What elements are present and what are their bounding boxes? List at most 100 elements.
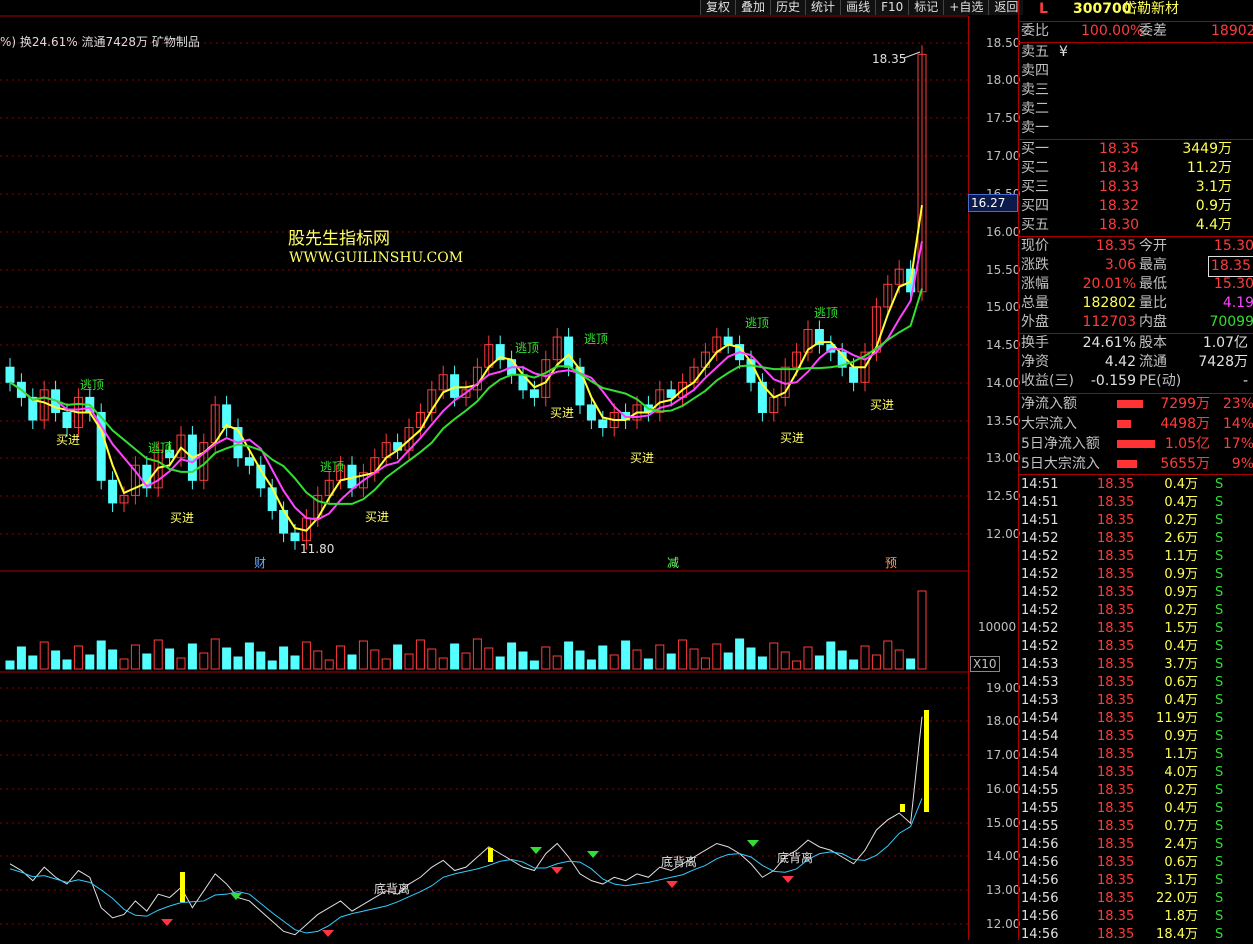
volume-bar bbox=[621, 640, 631, 670]
volume-bar bbox=[678, 639, 688, 670]
tick-row: 14:53 18.35 0.6万 S bbox=[1019, 674, 1253, 692]
tick-volume: 1.1万 bbox=[1164, 747, 1198, 762]
tick-price: 18.35 bbox=[1097, 891, 1135, 906]
volume-bar bbox=[712, 643, 722, 670]
quote-label-2: 最高 bbox=[1139, 257, 1167, 273]
chart-svg: 18.3511.80逃顶逃顶逃顶逃顶逃顶逃顶逃顶买进买进 买进买进买进买进买进底背… bbox=[0, 15, 968, 937]
indicator-axis-label: 15.00 bbox=[986, 816, 1021, 830]
fundamental-label: 换手 bbox=[1021, 335, 1049, 351]
diamond-signal bbox=[782, 876, 794, 883]
tick-volume: 0.4万 bbox=[1164, 693, 1198, 708]
diamond-signal bbox=[587, 851, 599, 858]
volume-bar bbox=[472, 638, 482, 670]
stock-header: L 300700 岱勒新材 bbox=[1021, 0, 1253, 19]
quote-value: 3.06 bbox=[1104, 257, 1136, 273]
indicator-axis-label: 19.00 bbox=[986, 681, 1021, 695]
quote-row: 外盘 112703 内盘 70099 bbox=[1021, 313, 1253, 332]
flow-label: 净流入额 bbox=[1021, 396, 1077, 412]
indicator-line-white bbox=[9, 716, 923, 936]
tick-row: 14:56 18.35 0.6万 S bbox=[1019, 854, 1253, 872]
volume-bar bbox=[723, 652, 733, 670]
volume-bar bbox=[769, 642, 779, 670]
volume-bar bbox=[461, 652, 471, 670]
volume-bar bbox=[404, 653, 414, 670]
quote-label: 涨幅 bbox=[1021, 276, 1049, 292]
volume-bar bbox=[290, 655, 300, 670]
volume-bar bbox=[119, 658, 129, 670]
tick-volume: 2.4万 bbox=[1164, 837, 1198, 852]
tick-volume: 0.9万 bbox=[1164, 585, 1198, 600]
tick-volume: 18.4万 bbox=[1156, 927, 1198, 942]
quote-value-2: 15.30 bbox=[1213, 276, 1253, 292]
tick-price: 18.35 bbox=[1097, 909, 1135, 924]
tick-time: 14:56 bbox=[1021, 855, 1059, 870]
volume-bar bbox=[643, 658, 653, 670]
tick-volume: 1.8万 bbox=[1164, 909, 1198, 924]
tick-volume: 0.6万 bbox=[1164, 675, 1198, 690]
candle-body bbox=[586, 404, 596, 421]
price-axis-label: 15.50 bbox=[986, 263, 1021, 277]
watermark-title: 股先生指标网 bbox=[288, 229, 390, 249]
high-price-label: 18.35 bbox=[872, 52, 906, 66]
flow-value: 5655万 bbox=[1160, 456, 1210, 472]
volume-bar bbox=[358, 640, 368, 670]
bid-price: 18.30 bbox=[1099, 217, 1140, 233]
price-axis-label: 18.50 bbox=[986, 36, 1021, 50]
ask-row: 卖三 bbox=[1021, 81, 1253, 100]
tick-price: 18.35 bbox=[1097, 477, 1135, 492]
tick-time: 14:55 bbox=[1021, 783, 1059, 798]
quote-panel: L 300700 岱勒新材 委比 100.00% 委差 18902 卖五 ¥ 卖四卖… bbox=[1018, 0, 1253, 942]
stock-name: 岱勒新材 bbox=[1123, 1, 1179, 17]
tick-row: 14:55 18.35 0.7万 S bbox=[1019, 818, 1253, 836]
volume-bar bbox=[552, 655, 562, 670]
bid-volume: 0.9万 bbox=[1195, 198, 1232, 214]
tick-time: 14:54 bbox=[1021, 711, 1059, 726]
tick-price: 18.35 bbox=[1097, 693, 1135, 708]
tick-row: 14:52 18.35 0.2万 S bbox=[1019, 602, 1253, 620]
bid-label: 买二 bbox=[1021, 160, 1049, 176]
tick-direction: S bbox=[1215, 567, 1224, 582]
volume-bar bbox=[438, 657, 448, 670]
ask-label: 卖一 bbox=[1021, 120, 1049, 136]
tick-direction: S bbox=[1215, 585, 1224, 600]
volume-bar bbox=[609, 654, 619, 670]
tick-price: 18.35 bbox=[1097, 927, 1135, 942]
tick-direction: S bbox=[1215, 477, 1224, 492]
volume-bar bbox=[244, 642, 254, 670]
volume-bar bbox=[906, 658, 916, 670]
quote-label: 外盘 bbox=[1021, 314, 1049, 330]
tick-price: 18.35 bbox=[1097, 873, 1135, 888]
top-signal-label: 逃顶 bbox=[148, 441, 172, 455]
flow-pct: 23% bbox=[1222, 396, 1253, 412]
price-axis-label: 15.00 bbox=[986, 300, 1021, 314]
top-signal-label: 逃顶 bbox=[320, 460, 344, 474]
price-axis-label: 14.00 bbox=[986, 376, 1021, 390]
volume-bar bbox=[28, 655, 38, 670]
event-marker: 减 bbox=[667, 556, 679, 570]
tick-direction: S bbox=[1215, 657, 1224, 672]
volume-bar bbox=[917, 590, 927, 670]
kline-chart-area[interactable]: 18.35 11.80 逃顶 逃顶 逃顶 逃顶 逃顶 逃顶 逃顶 买进 买进 买进 买进 买进 买进 买进 底背… bbox=[0, 0, 968, 940]
diamond-signal bbox=[230, 893, 242, 900]
tick-row: 14:56 18.35 22.0万 S bbox=[1019, 890, 1253, 908]
flow-value: 7299万 bbox=[1160, 396, 1210, 412]
tick-direction: S bbox=[1215, 603, 1224, 618]
ask-label: 卖二 bbox=[1021, 101, 1049, 117]
tick-time: 14:54 bbox=[1021, 747, 1059, 762]
tick-price: 18.35 bbox=[1097, 855, 1135, 870]
volume-bar bbox=[564, 641, 574, 670]
flow-bar bbox=[1117, 460, 1137, 468]
tick-volume: 0.9万 bbox=[1164, 567, 1198, 582]
quote-value-2: 4.19 bbox=[1222, 295, 1253, 311]
tick-direction: S bbox=[1215, 909, 1224, 924]
quote-label-2: 今开 bbox=[1139, 238, 1167, 254]
bid-price: 18.34 bbox=[1099, 160, 1140, 176]
volume-bar bbox=[871, 654, 881, 670]
volume-bar bbox=[85, 654, 95, 670]
volume-bar bbox=[541, 646, 551, 670]
tick-price: 18.35 bbox=[1097, 765, 1135, 780]
bid-row: 买五 18.30 4.4万 bbox=[1021, 216, 1253, 235]
volume-bar bbox=[450, 643, 460, 670]
volume-bar bbox=[655, 644, 665, 670]
tick-time: 14:56 bbox=[1021, 909, 1059, 924]
